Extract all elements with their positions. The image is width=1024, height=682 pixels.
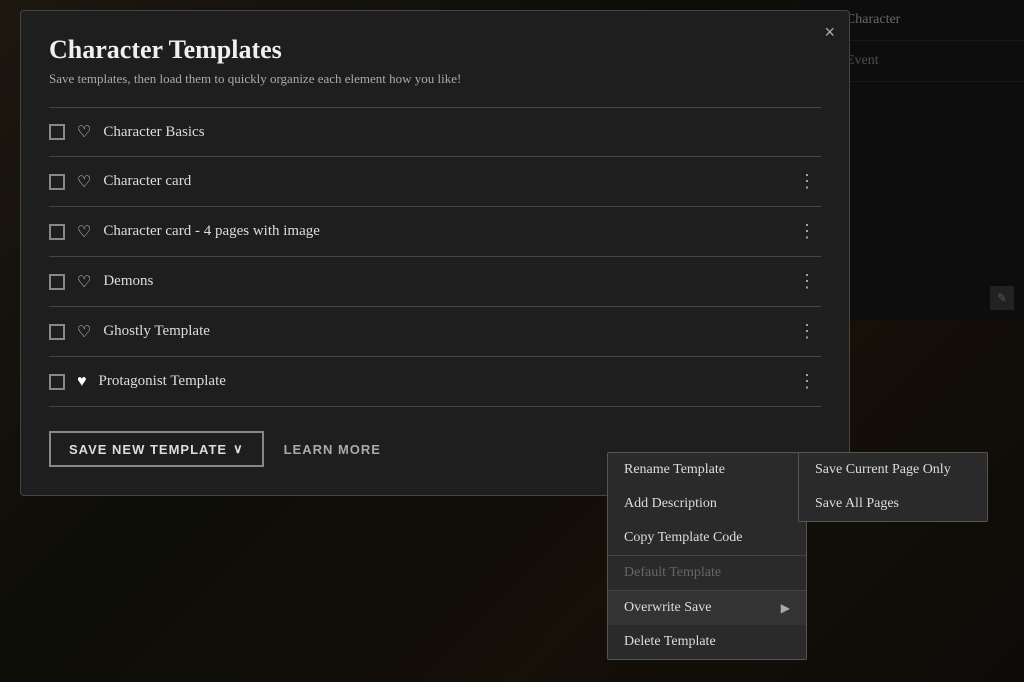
heart-icon-1[interactable]: ♡ [77, 122, 91, 142]
character-templates-dialog: × Character Templates Save templates, th… [20, 10, 850, 496]
template-checkbox-4[interactable] [49, 274, 65, 290]
submenu-label-save-all: Save All Pages [815, 496, 899, 511]
context-menu-label-copy-code: Copy Template Code [624, 530, 743, 546]
submenu-chevron-icon: ▶ [781, 601, 790, 616]
context-menu-label-default: Default Template [624, 565, 721, 581]
submenu-label-save-page: Save Current Page Only [815, 462, 951, 477]
heart-icon-5[interactable]: ♡ [77, 322, 91, 342]
context-menu-item-delete[interactable]: Delete Template [608, 625, 806, 659]
template-row: ♡ Demons ⋮ [49, 257, 821, 307]
context-menu-label-overwrite: Overwrite Save [624, 600, 711, 616]
context-menu-item-add-desc[interactable]: Add Description [608, 487, 806, 521]
save-new-label: SAVE NEW TEMPLATE [69, 442, 227, 457]
dialog-subtitle: Save templates, then load them to quickl… [49, 71, 821, 87]
submenu-item-save-page[interactable]: Save Current Page Only [799, 453, 987, 487]
template-checkbox-3[interactable] [49, 224, 65, 240]
template-menu-button-3[interactable]: ⋮ [794, 221, 821, 242]
save-new-chevron: ∨ [233, 441, 244, 457]
template-row: ♡ Character Basics [49, 108, 821, 157]
context-menu-item-default: Default Template [608, 556, 806, 590]
submenu-overwrite: Save Current Page Only Save All Pages [798, 452, 988, 522]
template-name-1: Character Basics [103, 124, 821, 141]
context-menu-label-delete: Delete Template [624, 634, 716, 650]
template-name-3: Character card - 4 pages with image [103, 223, 782, 240]
heart-icon-6[interactable]: ♥ [77, 373, 87, 391]
template-row: ♡ Character card ⋮ [49, 157, 821, 207]
template-checkbox-2[interactable] [49, 174, 65, 190]
template-checkbox-6[interactable] [49, 374, 65, 390]
heart-icon-2[interactable]: ♡ [77, 172, 91, 192]
heart-icon-4[interactable]: ♡ [77, 272, 91, 292]
template-name-4: Demons [103, 273, 782, 290]
context-menu-label-add-desc: Add Description [624, 496, 717, 512]
template-menu-button-5[interactable]: ⋮ [794, 321, 821, 342]
save-new-template-button[interactable]: SAVE NEW TEMPLATE ∨ [49, 431, 264, 467]
template-row: ♡ Character card - 4 pages with image ⋮ [49, 207, 821, 257]
template-menu-button-6[interactable]: ⋮ [794, 371, 821, 392]
template-name-2: Character card [103, 173, 782, 190]
template-name-5: Ghostly Template [103, 323, 782, 340]
template-list: ♡ Character Basics ♡ Character card ⋮ ♡ … [49, 107, 821, 407]
template-row: ♡ Ghostly Template ⋮ [49, 307, 821, 357]
heart-icon-3[interactable]: ♡ [77, 222, 91, 242]
template-checkbox-5[interactable] [49, 324, 65, 340]
context-menu: Rename Template Add Description Copy Tem… [607, 452, 807, 660]
template-menu-button-4[interactable]: ⋮ [794, 271, 821, 292]
context-menu-item-rename[interactable]: Rename Template [608, 453, 806, 487]
context-menu-item-overwrite[interactable]: Overwrite Save ▶ [608, 591, 806, 625]
dialog-title: Character Templates [49, 35, 821, 65]
template-menu-button-2[interactable]: ⋮ [794, 171, 821, 192]
learn-more-button[interactable]: LEARN MORE [284, 442, 381, 457]
template-name-6: Protagonist Template [99, 373, 783, 390]
submenu-item-save-all[interactable]: Save All Pages [799, 487, 987, 521]
context-menu-item-copy-code[interactable]: Copy Template Code [608, 521, 806, 555]
context-menu-label-rename: Rename Template [624, 462, 725, 478]
close-button[interactable]: × [824, 23, 835, 41]
template-row: ♥ Protagonist Template ⋮ [49, 357, 821, 407]
template-checkbox-1[interactable] [49, 124, 65, 140]
